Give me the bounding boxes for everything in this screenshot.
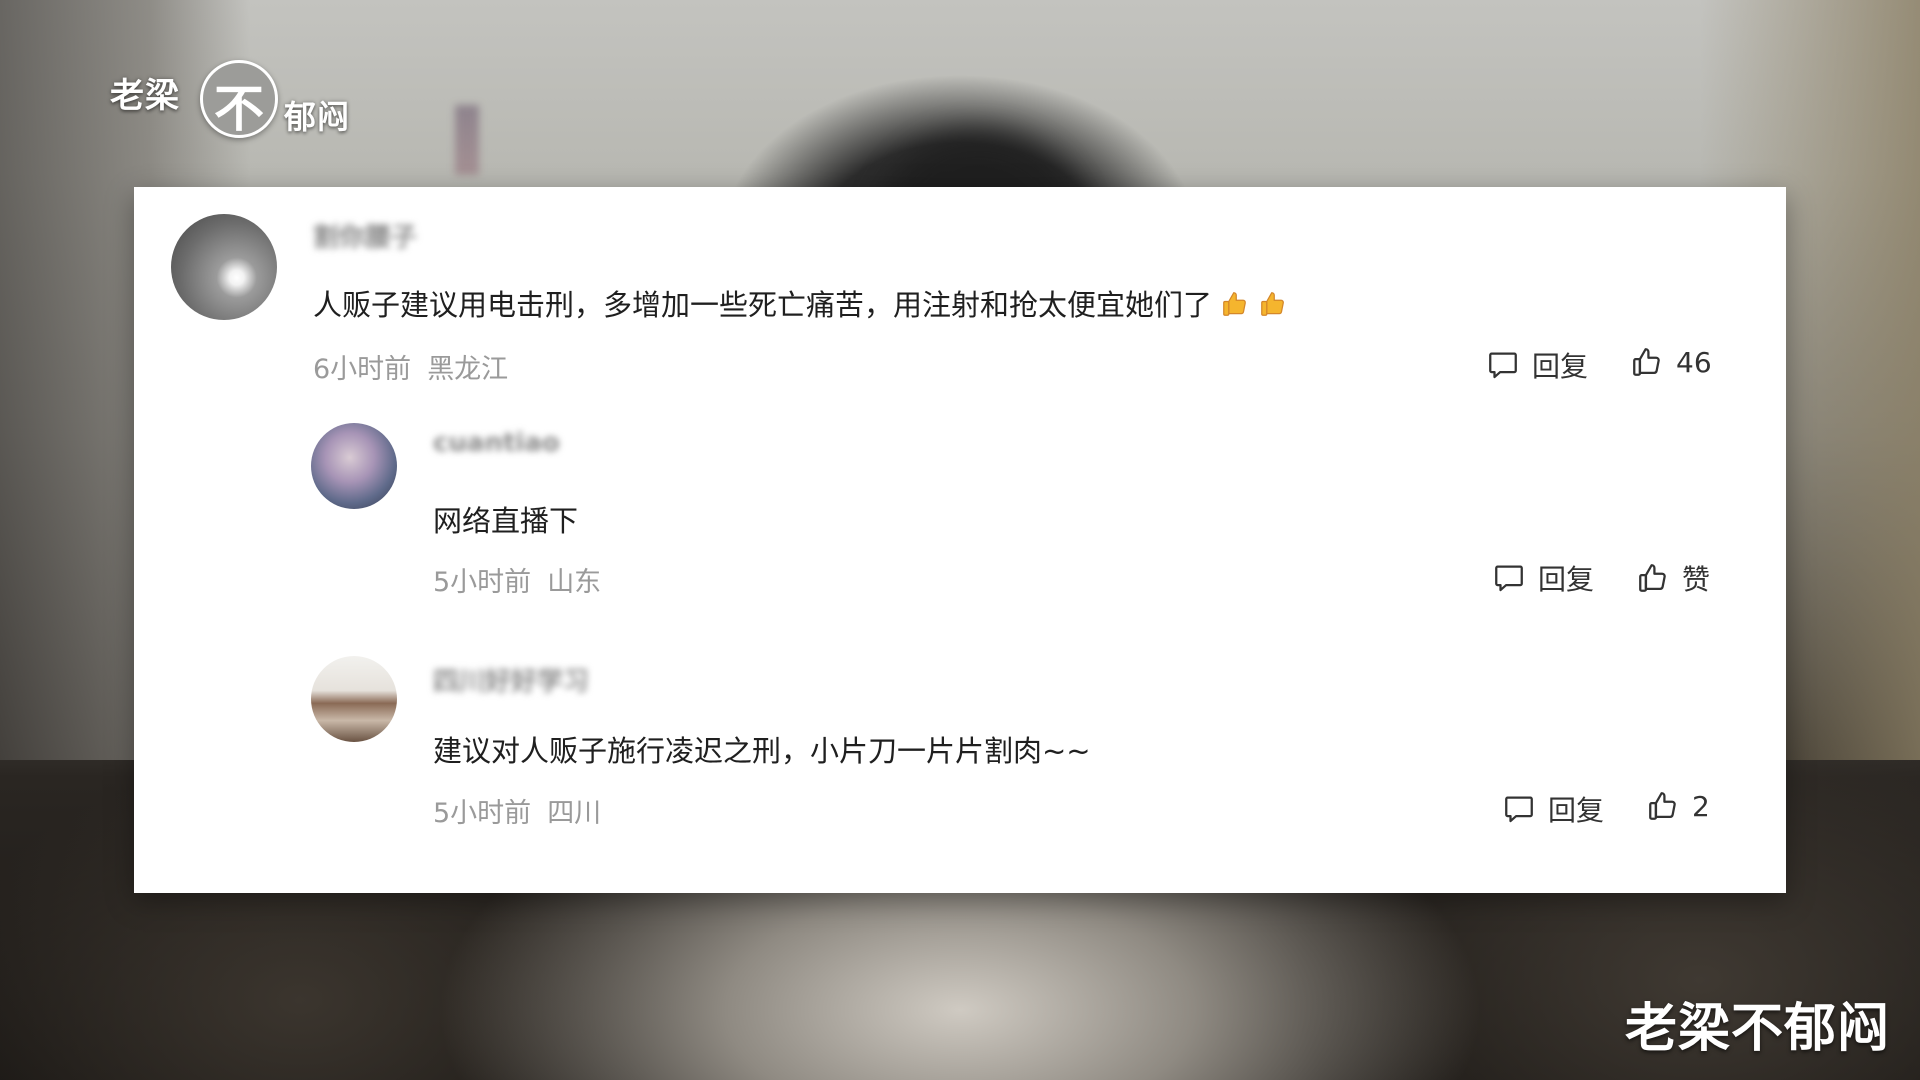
reply-button[interactable]: 回复 [1486,345,1588,385]
avatar[interactable] [311,656,397,742]
reply-label: 回复 [1538,563,1595,596]
reply-label: 回复 [1548,794,1605,827]
comment-meta: 5小时前 山东 [433,560,601,599]
watermark-text: 老梁不郁闷 [1624,999,1890,1059]
comment-bubble-icon [1495,565,1523,592]
logo-circle: 不 [200,60,278,138]
comment-text: 人贩子建议用电击刑，多增加一些死亡痛苦，用注射和抢太便宜她们了 [313,282,1288,324]
background-flag [455,105,479,175]
comment-item-2: cuantiao 网络直播下 5小时前 山东 回复 赞 [134,397,1786,632]
comment-username[interactable]: cuantiao [433,428,560,458]
thumbs-up-emoji-icon [1261,292,1284,316]
like-button[interactable]: 2 [1646,789,1710,823]
comment-text: 网络直播下 [433,504,579,538]
comment-username[interactable]: 割你腰子 [313,217,417,254]
logo-circle-text: 不 [214,80,264,138]
comment-username[interactable]: 四川好好学习 [433,661,589,698]
like-button[interactable]: 赞 [1636,558,1710,598]
reply-button[interactable]: 回复 [1502,789,1604,829]
channel-logo: 老梁 不 郁闷 [108,56,388,146]
thumbs-up-icon [1649,792,1676,820]
comment-meta: 6小时前 黑龙江 [313,347,508,386]
avatar[interactable] [171,214,277,320]
comment-text-body: 人贩子建议用电击刑，多增加一些死亡痛苦，用注射和抢太便宜她们了 [313,288,1213,322]
comment-item-3: 四川好好学习 建议对人贩子施行凌迟之刑，小片刀一片片割肉~~ 5小时前 四川 回复… [134,632,1786,893]
logo-text-right: 郁闷 [284,98,351,136]
thumbs-up-icon [1633,348,1660,376]
thumbs-up-icon [1639,564,1666,592]
comment-location: 山东 [547,567,602,598]
comment-time: 5小时前 [433,567,532,598]
comment-location: 黑龙江 [427,354,509,385]
logo-text-left: 老梁 [110,76,180,116]
reply-label: 回复 [1532,350,1589,383]
thumbs-up-emoji-icon [1223,292,1246,316]
comment-bubble-icon [1505,796,1533,823]
comment-bubble-icon [1489,352,1517,379]
like-count: 2 [1692,789,1710,823]
like-count: 46 [1676,345,1712,379]
comment-time: 5小时前 [433,798,532,829]
comment-text: 建议对人贩子施行凌迟之刑，小片刀一片片割肉~~ [433,734,1091,768]
comment-card: 割你腰子 人贩子建议用电击刑，多增加一些死亡痛苦，用注射和抢太便宜她们了 6小时… [134,187,1786,893]
comment-location: 四川 [547,798,602,829]
reply-button[interactable]: 回复 [1492,558,1594,598]
comment-time: 6小时前 [313,354,412,385]
avatar[interactable] [311,423,397,509]
like-label: 赞 [1682,563,1711,596]
like-button[interactable]: 46 [1630,345,1712,379]
comment-item-1: 割你腰子 人贩子建议用电击刑，多增加一些死亡痛苦，用注射和抢太便宜她们了 6小时… [134,187,1786,397]
comment-meta: 5小时前 四川 [433,791,601,830]
